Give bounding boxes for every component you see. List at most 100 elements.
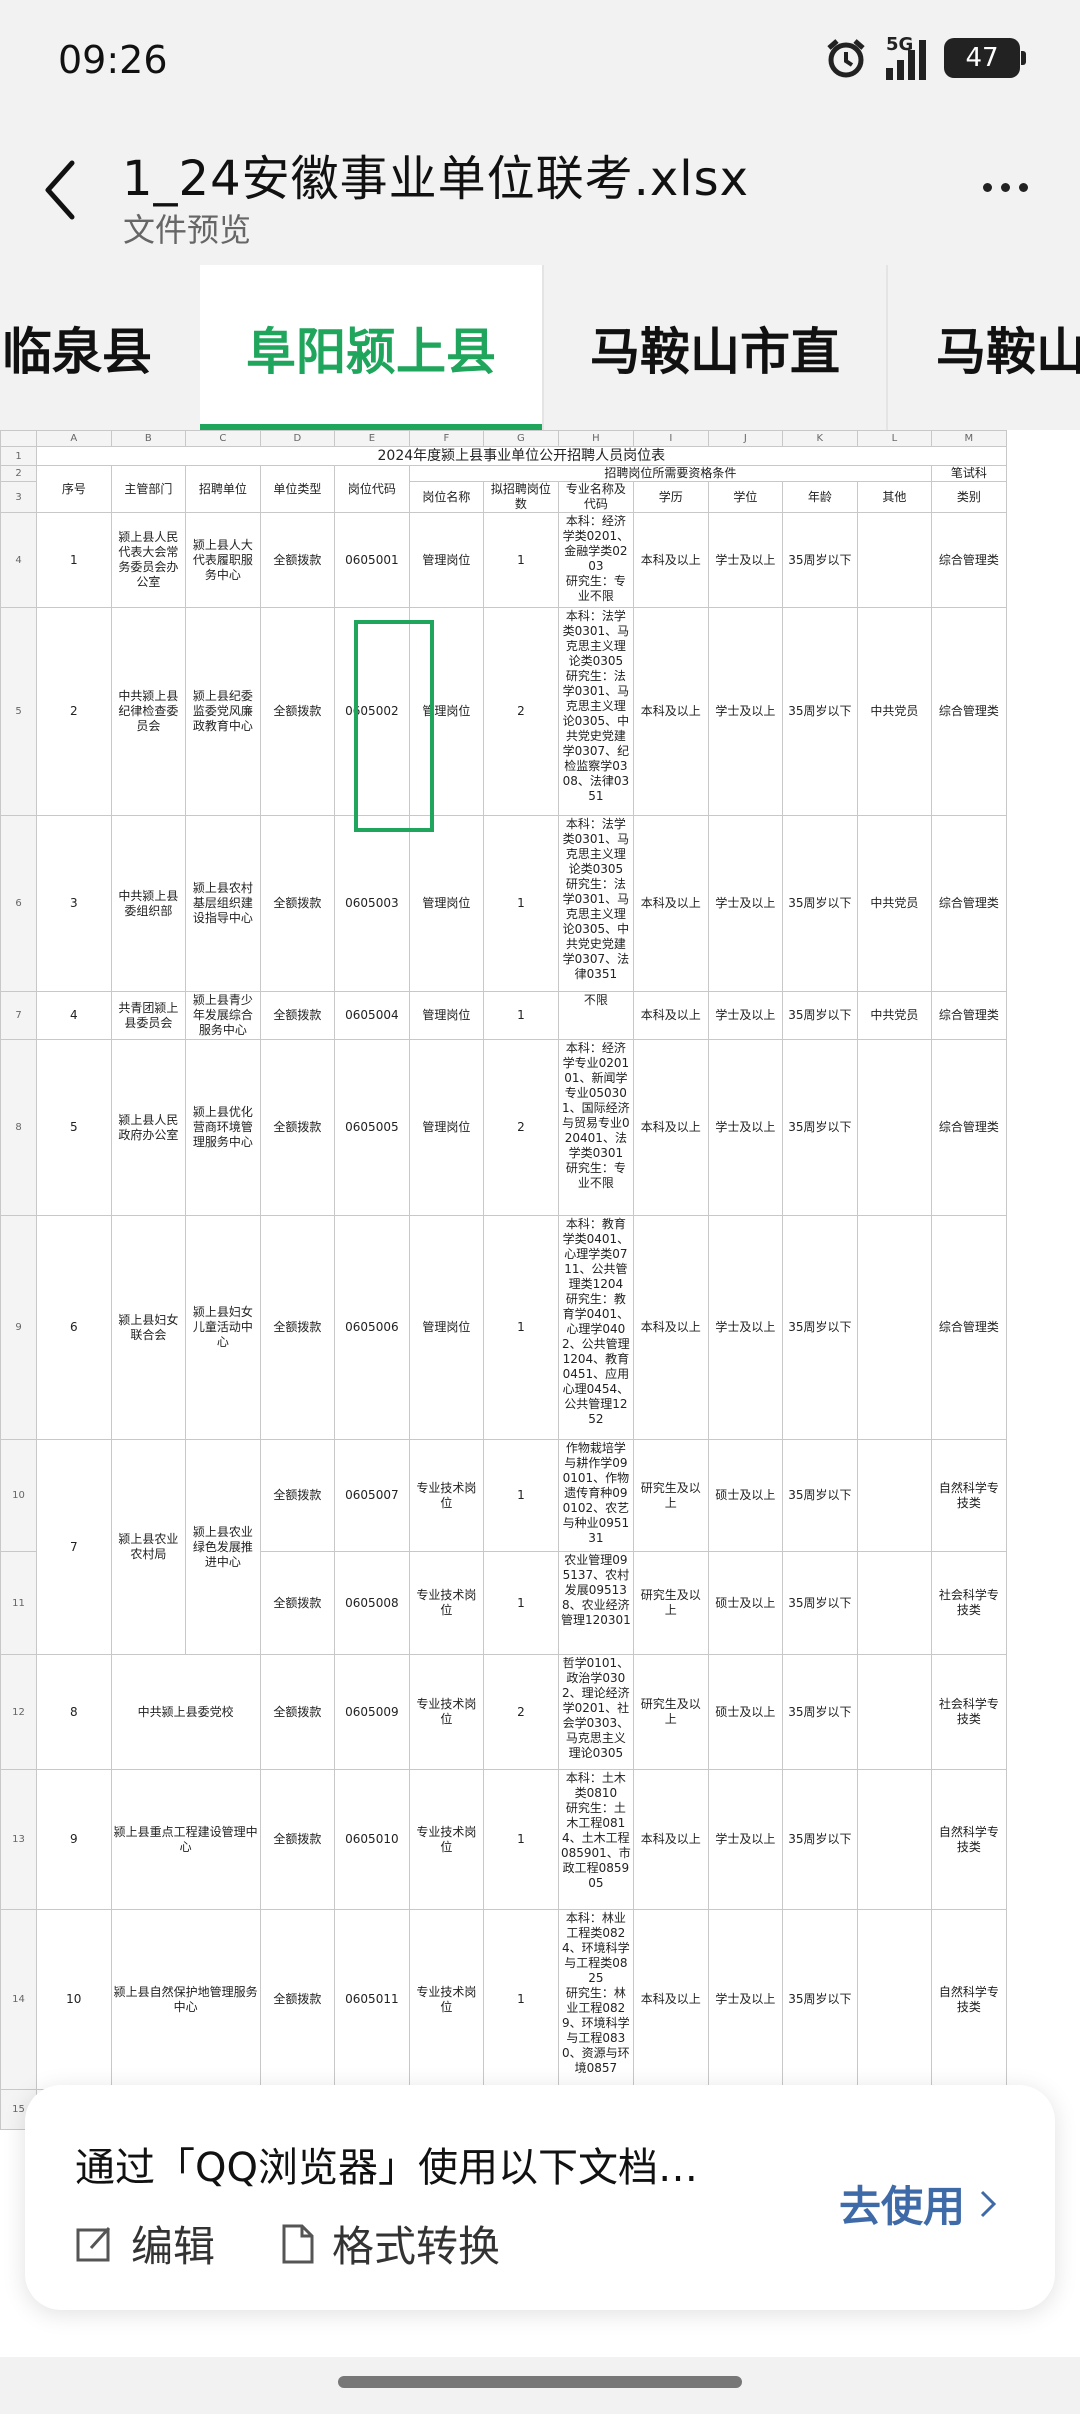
table-cell[interactable]: 综合管理类	[931, 1215, 1007, 1440]
table-cell[interactable]: 35周岁以下	[782, 1551, 858, 1655]
col-header[interactable]: B	[110, 430, 187, 447]
table-cell[interactable]: 本科及以上	[633, 1909, 709, 2090]
table-cell[interactable]: 中共颍上县委组织部	[110, 815, 187, 992]
table-cell[interactable]: 35周岁以下	[782, 1439, 858, 1552]
table-cell[interactable]: 本科及以上	[633, 607, 709, 816]
table-cell[interactable]: 专业技术岗位	[408, 1769, 485, 1910]
header-written[interactable]: 笔试科	[931, 465, 1007, 482]
row-number[interactable]: 14	[0, 1909, 38, 2090]
col-header[interactable]: I	[633, 430, 709, 447]
table-cell[interactable]: 0605001	[334, 512, 410, 608]
edit-button[interactable]: 编辑	[75, 2213, 215, 2274]
header-conditions[interactable]: 招聘岗位所需要资格条件	[408, 465, 933, 482]
table-cell[interactable]: 硕士及以上	[707, 1654, 784, 1770]
tab-sheet-3[interactable]: 马鞍山市直	[544, 265, 886, 430]
table-cell[interactable]: 1	[483, 1439, 559, 1552]
table-cell[interactable]: 本科：经济学专业020101、新闻学专业050301、国际经济与贸易专业0204…	[557, 1039, 635, 1216]
table-cell[interactable]: 本科：法学类0301、马克思主义理论类0305 研究生：法学0301、马克思主义…	[557, 815, 635, 992]
header-other[interactable]: 其他	[856, 481, 933, 513]
table-cell[interactable]: 35周岁以下	[782, 1039, 858, 1216]
header-dept[interactable]: 主管部门	[110, 465, 187, 513]
more-options-icon[interactable]	[983, 183, 1028, 192]
table-cell[interactable]: 0605005	[334, 1039, 410, 1216]
table-cell[interactable]: 8	[36, 1654, 112, 1770]
header-seq[interactable]: 序号	[36, 465, 112, 513]
table-cell[interactable]	[856, 1039, 933, 1216]
table-cell[interactable]: 学士及以上	[707, 607, 784, 816]
header-age[interactable]: 年龄	[782, 481, 858, 513]
tab-sheet-4[interactable]: 马鞍山	[888, 265, 1080, 430]
table-cell[interactable]: 颍上县纪委监委党风廉政教育中心	[185, 607, 261, 816]
table-cell[interactable]: 1	[483, 1909, 559, 2090]
table-cell[interactable]: 本科及以上	[633, 1769, 709, 1910]
table-cell[interactable]: 颍上县农业农村局	[110, 1439, 187, 1655]
table-cell[interactable]: 1	[483, 815, 559, 992]
table-cell[interactable]: 2	[36, 607, 112, 816]
table-cell[interactable]: 社会科学专技类	[931, 1654, 1007, 1770]
table-cell[interactable]: 本科及以上	[633, 512, 709, 608]
tab-sheet-2[interactable]: 阜阳颍上县	[200, 265, 542, 430]
header-post-name[interactable]: 岗位名称	[408, 481, 485, 513]
table-cell[interactable]: 农业管理095137、农村发展095138、农业经济管理120301	[557, 1551, 635, 1655]
table-cell[interactable]: 7	[36, 1439, 112, 1655]
table-cell[interactable]: 全额拨款	[259, 1909, 336, 2090]
table-cell[interactable]: 颍上县人民政府办公室	[110, 1039, 187, 1216]
table-cell[interactable]: 0605010	[334, 1769, 410, 1910]
header-major[interactable]: 专业名称及代码	[557, 481, 635, 513]
table-cell[interactable]: 综合管理类	[931, 1039, 1007, 1216]
table-cell[interactable]: 学士及以上	[707, 1769, 784, 1910]
table-cell[interactable]: 颍上县自然保护地管理服务中心	[110, 1909, 261, 2090]
table-cell[interactable]: 专业技术岗位	[408, 1654, 485, 1770]
row-number[interactable]: 11	[0, 1551, 38, 1655]
header-category[interactable]: 类别	[931, 481, 1007, 513]
row-number[interactable]: 5	[0, 607, 38, 816]
table-cell[interactable]: 专业技术岗位	[408, 1909, 485, 2090]
table-cell[interactable]: 中共党员	[856, 991, 933, 1040]
table-cell[interactable]: 35周岁以下	[782, 1769, 858, 1910]
col-header[interactable]: F	[408, 430, 485, 447]
header-code[interactable]: 岗位代码	[334, 465, 410, 513]
table-cell[interactable]: 3	[36, 815, 112, 992]
table-cell[interactable]: 研究生及以上	[633, 1439, 709, 1552]
table-cell[interactable]: 本科及以上	[633, 1039, 709, 1216]
table-cell[interactable]: 学士及以上	[707, 1039, 784, 1216]
col-header[interactable]: L	[856, 430, 933, 447]
row-number[interactable]: 8	[0, 1039, 38, 1216]
table-cell[interactable]: 不限	[557, 991, 635, 1040]
table-cell[interactable]: 中共党员	[856, 815, 933, 992]
table-cell[interactable]: 哲学0101、政治学0302、理论经济学0201、社会学0303、马克思主义理论…	[557, 1654, 635, 1770]
table-cell[interactable]: 1	[483, 1769, 559, 1910]
row-number[interactable]: 9	[0, 1215, 38, 1440]
table-cell[interactable]: 学士及以上	[707, 991, 784, 1040]
col-header[interactable]: K	[782, 430, 858, 447]
table-cell[interactable]: 学士及以上	[707, 815, 784, 992]
table-cell[interactable]: 本科及以上	[633, 991, 709, 1040]
table-cell[interactable]: 1	[483, 1551, 559, 1655]
table-cell[interactable]: 管理岗位	[408, 607, 485, 816]
table-cell[interactable]: 0605006	[334, 1215, 410, 1440]
table-cell[interactable]: 35周岁以下	[782, 991, 858, 1040]
table-cell[interactable]: 颍上县青少年发展综合服务中心	[185, 991, 261, 1040]
back-arrow-icon[interactable]	[40, 155, 80, 225]
row-number[interactable]: 6	[0, 815, 38, 992]
table-cell[interactable]: 本科：法学类0301、马克思主义理论类0305 研究生：法学0301、马克思主义…	[557, 607, 635, 816]
table-cell[interactable]: 管理岗位	[408, 815, 485, 992]
table-cell[interactable]	[856, 1909, 933, 2090]
header-unit-type[interactable]: 单位类型	[259, 465, 336, 513]
tab-sheet-1[interactable]: 临泉县	[0, 265, 200, 430]
table-cell[interactable]: 综合管理类	[931, 991, 1007, 1040]
row-number[interactable]: 12	[0, 1654, 38, 1770]
table-cell[interactable]	[856, 512, 933, 608]
table-cell[interactable]: 35周岁以下	[782, 512, 858, 608]
table-cell[interactable]: 2	[483, 607, 559, 816]
row-number[interactable]: 13	[0, 1769, 38, 1910]
table-cell[interactable]: 本科：经济学类0201、金融学类0203 研究生：专业不限	[557, 512, 635, 608]
table-cell[interactable]	[856, 1551, 933, 1655]
table-cell[interactable]: 0605009	[334, 1654, 410, 1770]
row-number[interactable]: 4	[0, 512, 38, 608]
table-cell[interactable]	[856, 1439, 933, 1552]
table-cell[interactable]: 全额拨款	[259, 512, 336, 608]
table-cell[interactable]: 2	[483, 1654, 559, 1770]
table-cell[interactable]: 1	[483, 991, 559, 1040]
table-cell[interactable]: 全额拨款	[259, 1215, 336, 1440]
